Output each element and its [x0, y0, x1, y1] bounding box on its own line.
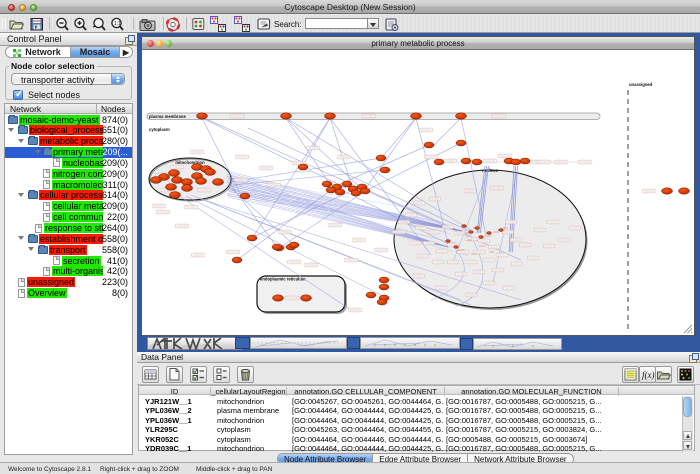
- svg-text:cytoplasm: cytoplasm: [149, 127, 170, 132]
- svg-text:plasma membrane: plasma membrane: [149, 114, 186, 119]
- svg-text:unassigned: unassigned: [629, 82, 653, 87]
- svg-text:f(x): f(x): [642, 370, 655, 380]
- svg-text:1:1: 1:1: [114, 21, 121, 27]
- svg-text:endoplasmic reticulum: endoplasmic reticulum: [260, 277, 306, 282]
